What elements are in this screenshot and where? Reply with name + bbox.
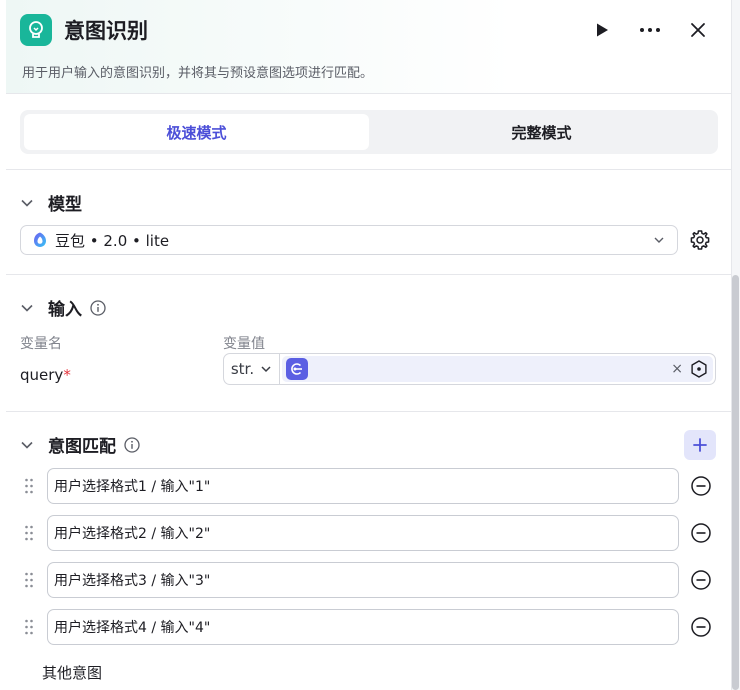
intent-row: 用户选择格式3 / 输入"3": [20, 562, 716, 598]
variable-picker-icon[interactable]: [689, 359, 709, 379]
intent-input[interactable]: 用户选择格式3 / 输入"3": [47, 562, 679, 598]
close-button[interactable]: [684, 16, 712, 44]
plus-icon: [693, 438, 707, 452]
panel-subtitle: 用于用户输入的意图识别，并将其与预设意图选项进行匹配。: [22, 66, 374, 81]
variable-name-text: query: [20, 366, 64, 384]
intent-input[interactable]: 用户选择格式2 / 输入"2": [47, 515, 679, 551]
panel-scrollbar[interactable]: [732, 275, 739, 690]
variable-reference-tag[interactable]: ×: [282, 356, 713, 382]
panel-title: 意图识别: [64, 19, 148, 43]
start-node-icon: [286, 358, 308, 380]
clear-reference-button[interactable]: ×: [671, 361, 683, 377]
intent-row: 用户选择格式4 / 输入"4": [20, 609, 716, 645]
remove-intent-icon[interactable]: [690, 616, 712, 638]
variable-type-select[interactable]: str.: [224, 354, 280, 384]
close-icon: [691, 23, 705, 37]
other-intent-label: 其他意图: [42, 664, 103, 682]
info-icon[interactable]: [124, 436, 140, 453]
model-section-header[interactable]: 模型: [20, 190, 82, 215]
lightbulb-icon: [29, 21, 43, 38]
add-intent-button[interactable]: [684, 430, 716, 460]
panel-header: 意图识别 用于用户输入的意图识别，并将其与预设意图选项进行匹配。: [6, 0, 731, 94]
more-button[interactable]: [636, 16, 664, 44]
remove-intent-icon[interactable]: [690, 569, 712, 591]
intent-row: 用户选择格式2 / 输入"2": [20, 515, 716, 551]
input-section: 输入 变量名 变量值 query* str. ×: [6, 275, 731, 412]
gear-icon[interactable]: [688, 228, 712, 252]
more-icon: [640, 28, 660, 32]
intent-input[interactable]: 用户选择格式4 / 输入"4": [47, 609, 679, 645]
intent-row: 用户选择格式1 / 输入"1": [20, 468, 716, 504]
chevron-down-icon: [654, 237, 664, 243]
remove-intent-icon[interactable]: [690, 475, 712, 497]
intent-section-title: 意图匹配: [48, 437, 116, 457]
intent-node-icon: [20, 14, 52, 46]
tab-fast-mode[interactable]: 极速模式: [24, 114, 369, 150]
drag-handle-icon[interactable]: [24, 571, 34, 589]
chevron-down-icon: [20, 438, 34, 452]
variable-type-value: str.: [230, 360, 255, 378]
drag-handle-icon[interactable]: [24, 524, 34, 542]
input-section-header[interactable]: 输入: [20, 295, 106, 320]
chevron-down-icon: [20, 196, 34, 210]
doubao-logo-icon: [34, 232, 46, 247]
tab-full-mode[interactable]: 完整模式: [369, 114, 714, 150]
mode-tabs: 极速模式 完整模式: [20, 110, 718, 154]
info-icon[interactable]: [90, 299, 106, 316]
intent-section: 意图匹配 用户选择格式1 / 输入"1" 用户选择格式2 / 输入"2" 用户选…: [6, 412, 731, 690]
run-button[interactable]: [588, 16, 616, 44]
required-mark: *: [63, 366, 71, 384]
model-section-title: 模型: [48, 195, 82, 215]
drag-handle-icon[interactable]: [24, 618, 34, 636]
intent-section-header[interactable]: 意图匹配: [20, 432, 140, 457]
input-section-title: 输入: [48, 300, 82, 320]
remove-intent-icon[interactable]: [690, 522, 712, 544]
chevron-down-icon: [20, 301, 34, 315]
mode-section: 极速模式 完整模式: [6, 94, 731, 170]
column-label-name: 变量名: [20, 336, 62, 352]
node-config-panel: 意图识别 用于用户输入的意图识别，并将其与预设意图选项进行匹配。 极速模式 完整…: [0, 0, 732, 690]
play-icon: [597, 23, 608, 37]
model-select-value: 豆包 • 2.0 • lite: [55, 231, 170, 250]
chevron-down-icon: [261, 366, 271, 373]
variable-name: query*: [20, 366, 71, 384]
column-label-value: 变量值: [223, 336, 265, 352]
intent-input[interactable]: 用户选择格式1 / 输入"1": [47, 468, 679, 504]
variable-value-field: str. ×: [223, 353, 716, 385]
model-section: 模型 豆包 • 2.0 • lite: [6, 170, 731, 275]
model-select[interactable]: 豆包 • 2.0 • lite: [20, 225, 678, 255]
drag-handle-icon[interactable]: [24, 477, 34, 495]
